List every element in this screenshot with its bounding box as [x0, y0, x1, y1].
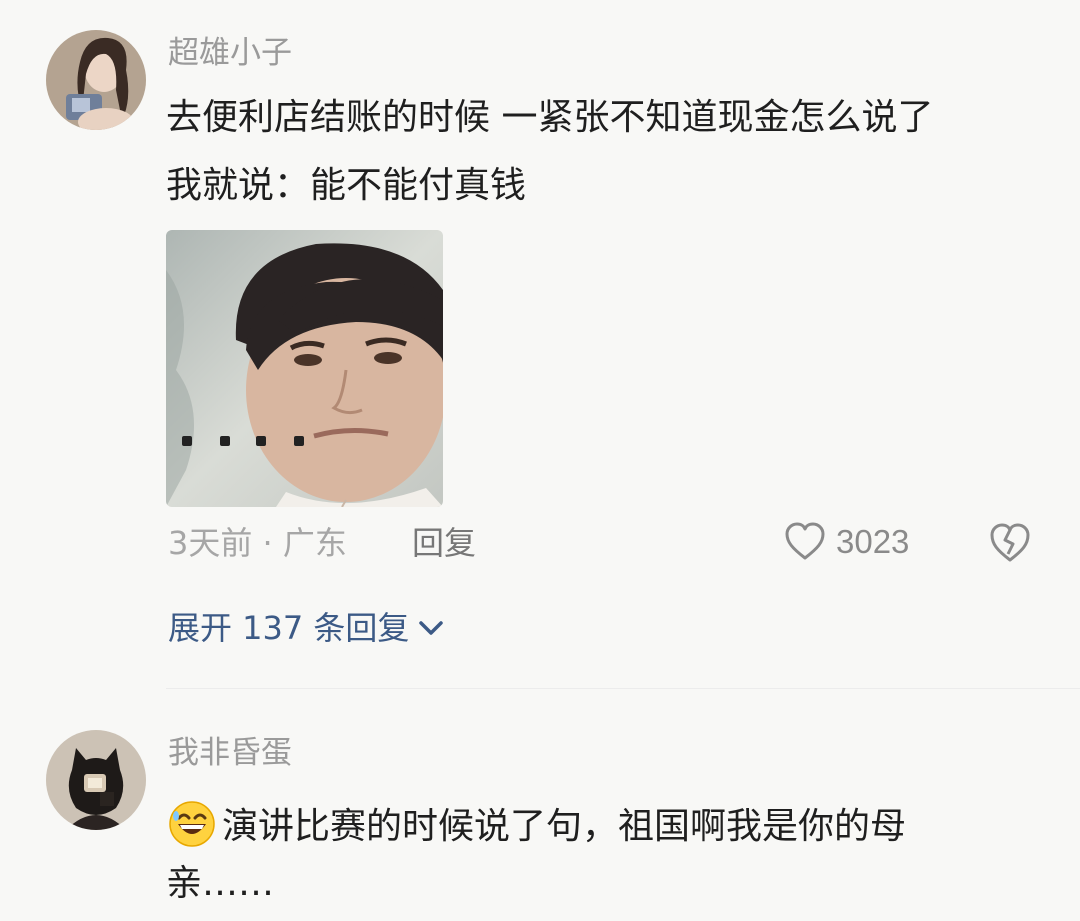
comment-time-location: 3天前 · 广东 [168, 524, 347, 562]
comment-text-line-1: 演讲比赛的时候说了句，祖国啊我是你的母 [222, 806, 907, 847]
divider [166, 688, 1080, 689]
comment-text-line: 亲…… [166, 863, 275, 904]
comment-text-line: 我就说：能不能付真钱 [166, 165, 527, 206]
username[interactable]: 超雄小子 [168, 33, 292, 73]
comment-text-line: 演讲比赛的时候说了句，祖国啊我是你的母 [168, 800, 906, 848]
avatar[interactable] [46, 730, 146, 830]
like-count: 3023 [836, 523, 910, 560]
reply-button[interactable]: 回复 [412, 523, 476, 563]
chevron-down-icon [419, 621, 444, 635]
comment-text-line: 去便利店结账的时候 一紧张不知道现金怎么说了 [166, 97, 934, 138]
expand-replies-button[interactable]: 展开 137 条回复 [168, 608, 445, 648]
username[interactable]: 我非昏蛋 [168, 733, 292, 773]
avatar[interactable] [46, 30, 146, 130]
grinning-emoji-icon [169, 801, 215, 847]
heart-outline-icon [785, 522, 825, 560]
broken-heart-icon [990, 523, 1030, 562]
dislike-button[interactable] [988, 522, 1032, 564]
expand-replies-label: 展开 137 条回复 [168, 609, 410, 647]
like-button[interactable]: 3023 [784, 522, 909, 562]
comment-image[interactable] [166, 230, 443, 507]
